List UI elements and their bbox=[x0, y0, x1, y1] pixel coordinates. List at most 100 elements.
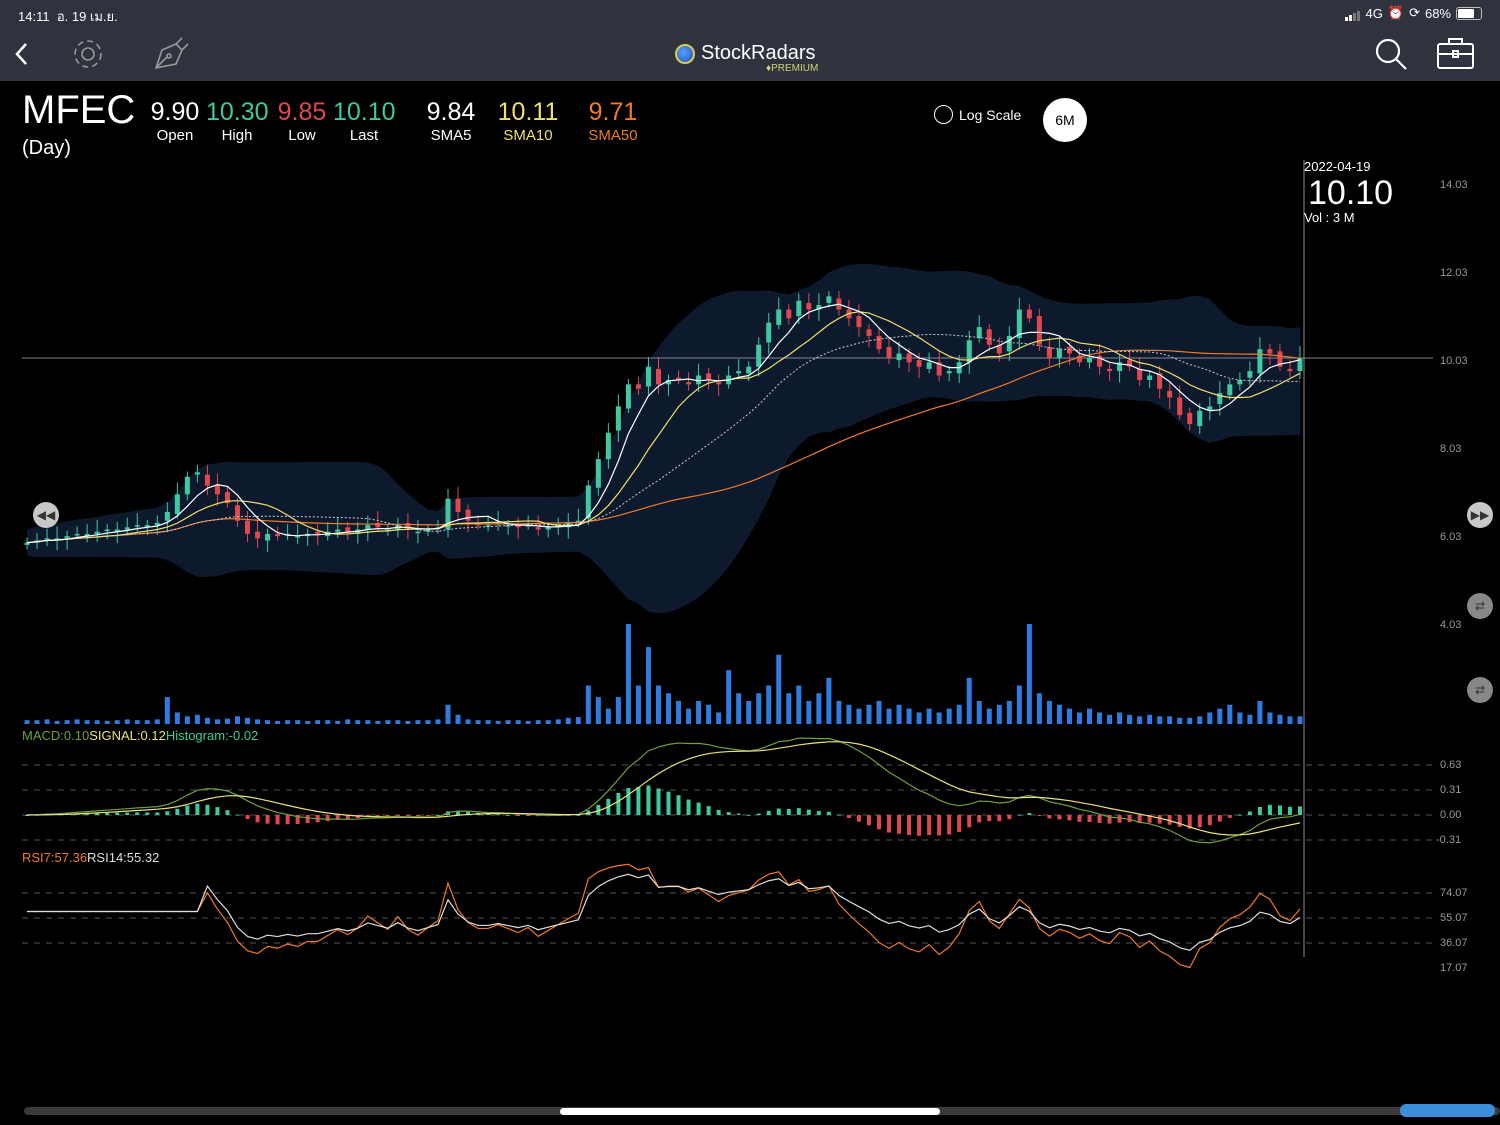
macd-histogram-bar bbox=[826, 811, 831, 815]
macd-histogram-bar bbox=[706, 806, 711, 815]
volume-bar bbox=[455, 714, 461, 724]
macd-histogram-bar bbox=[866, 815, 871, 826]
macd-histogram-bar bbox=[135, 812, 140, 815]
macd-tick: 0.63 bbox=[1440, 759, 1462, 771]
macd-histogram-bar bbox=[1277, 805, 1282, 815]
candle-body bbox=[916, 360, 922, 367]
candle-body bbox=[1026, 309, 1032, 319]
volume-bar bbox=[916, 712, 922, 724]
volume-bar bbox=[716, 712, 722, 724]
volume-bar bbox=[946, 708, 952, 724]
volume-bar bbox=[184, 716, 190, 724]
candle-body bbox=[1046, 346, 1052, 358]
rsi14-value: RSI14:55.32 bbox=[87, 850, 160, 865]
candle-body bbox=[74, 533, 80, 536]
volume-bar bbox=[295, 720, 301, 724]
volume-bar bbox=[1097, 712, 1103, 724]
macd-histogram-bar bbox=[506, 814, 511, 816]
scroll-forward-button[interactable]: ▶▶ bbox=[1467, 502, 1493, 528]
volume-bar bbox=[676, 700, 682, 724]
macd-histogram-bar bbox=[947, 815, 952, 835]
macd-histogram-bar bbox=[125, 812, 130, 815]
macd-histogram-bar bbox=[1247, 811, 1252, 815]
macd-tick: 0.00 bbox=[1440, 809, 1462, 821]
volume-bar bbox=[1237, 712, 1243, 724]
volume-bar bbox=[926, 708, 932, 724]
macd-histogram-bar bbox=[195, 803, 200, 815]
crosshair-volume: Vol : 3 M bbox=[1304, 210, 1355, 225]
macd-histogram-bar bbox=[846, 815, 851, 819]
macd-histogram-bar bbox=[997, 815, 1002, 822]
volume-bar bbox=[595, 697, 601, 724]
volume-bar bbox=[726, 670, 732, 724]
volume-bar bbox=[696, 700, 702, 724]
volume-bar bbox=[746, 700, 752, 724]
volume-bar bbox=[766, 685, 772, 724]
candle-body bbox=[1187, 412, 1193, 424]
scroll-back-button[interactable]: ◀◀ bbox=[33, 502, 59, 528]
macd-histogram-bar bbox=[987, 815, 992, 822]
volume-bar bbox=[124, 719, 130, 724]
home-indicator bbox=[560, 1108, 940, 1115]
volume-bar bbox=[104, 720, 110, 724]
macd-histogram-bar bbox=[776, 808, 781, 815]
volume-bar bbox=[465, 719, 471, 724]
volume-bar bbox=[485, 720, 491, 724]
volume-bar bbox=[64, 720, 70, 724]
candle-body bbox=[44, 538, 50, 540]
price-tick: 6.03 bbox=[1440, 531, 1462, 543]
candle-body bbox=[966, 340, 972, 363]
volume-bar bbox=[44, 719, 50, 724]
macd-histogram-bar bbox=[616, 792, 621, 815]
volume-bar bbox=[74, 719, 80, 724]
volume-bar bbox=[265, 720, 271, 724]
macd-histogram-bar bbox=[165, 811, 170, 815]
volume-bar bbox=[1127, 714, 1133, 724]
macd-histogram-bar bbox=[155, 812, 160, 815]
volume-bar bbox=[826, 677, 832, 724]
candle-body bbox=[265, 533, 271, 541]
volume-bar bbox=[515, 720, 521, 724]
macd-histogram-bar bbox=[205, 804, 210, 815]
macd-histogram-bar bbox=[175, 808, 180, 815]
macd-histogram-bar bbox=[385, 815, 390, 816]
volume-bar bbox=[395, 720, 401, 724]
candle-body bbox=[605, 432, 611, 460]
volume-bar bbox=[1247, 714, 1253, 724]
volume-bar bbox=[1267, 712, 1273, 724]
macd-histogram-bar bbox=[716, 809, 721, 815]
signal-value: SIGNAL:0.12 bbox=[89, 728, 166, 743]
candle-body bbox=[1147, 375, 1153, 380]
macd-histogram-bar bbox=[1007, 815, 1012, 820]
rsi-tick: 36.07 bbox=[1440, 937, 1468, 949]
macd-tick: 0.31 bbox=[1440, 784, 1462, 796]
macd-histogram-bar bbox=[1177, 815, 1182, 827]
macd-histogram-bar bbox=[736, 813, 741, 815]
macd-histogram-bar bbox=[1157, 815, 1162, 824]
volume-bar bbox=[1287, 716, 1293, 724]
volume-bar bbox=[275, 720, 281, 724]
volume-bar bbox=[1087, 708, 1093, 724]
macd-histogram-bar bbox=[887, 815, 892, 833]
macd-histogram-bar bbox=[375, 815, 380, 817]
volume-bar bbox=[886, 708, 892, 724]
macd-histogram-bar bbox=[726, 812, 731, 815]
volume-bar bbox=[816, 693, 822, 724]
macd-histogram-bar bbox=[285, 815, 290, 825]
candle-body bbox=[776, 309, 782, 325]
volume-bar bbox=[635, 685, 641, 724]
volume-bar bbox=[34, 720, 40, 724]
candle-body bbox=[535, 527, 541, 530]
volume-bar bbox=[545, 720, 551, 724]
volume-bar bbox=[365, 720, 371, 724]
macd-histogram-bar bbox=[686, 799, 691, 815]
swap-indicator-icon[interactable]: ⇄ bbox=[1467, 593, 1493, 619]
visible-range-handle[interactable] bbox=[1400, 1104, 1495, 1117]
volume-bar bbox=[1277, 714, 1283, 724]
price-chart[interactable] bbox=[0, 0, 1500, 1125]
candle-body bbox=[896, 353, 902, 361]
volume-bar bbox=[1016, 685, 1022, 724]
candle-body bbox=[275, 533, 281, 537]
candle-body bbox=[164, 511, 170, 521]
swap-indicator-icon[interactable]: ⇄ bbox=[1467, 677, 1493, 703]
